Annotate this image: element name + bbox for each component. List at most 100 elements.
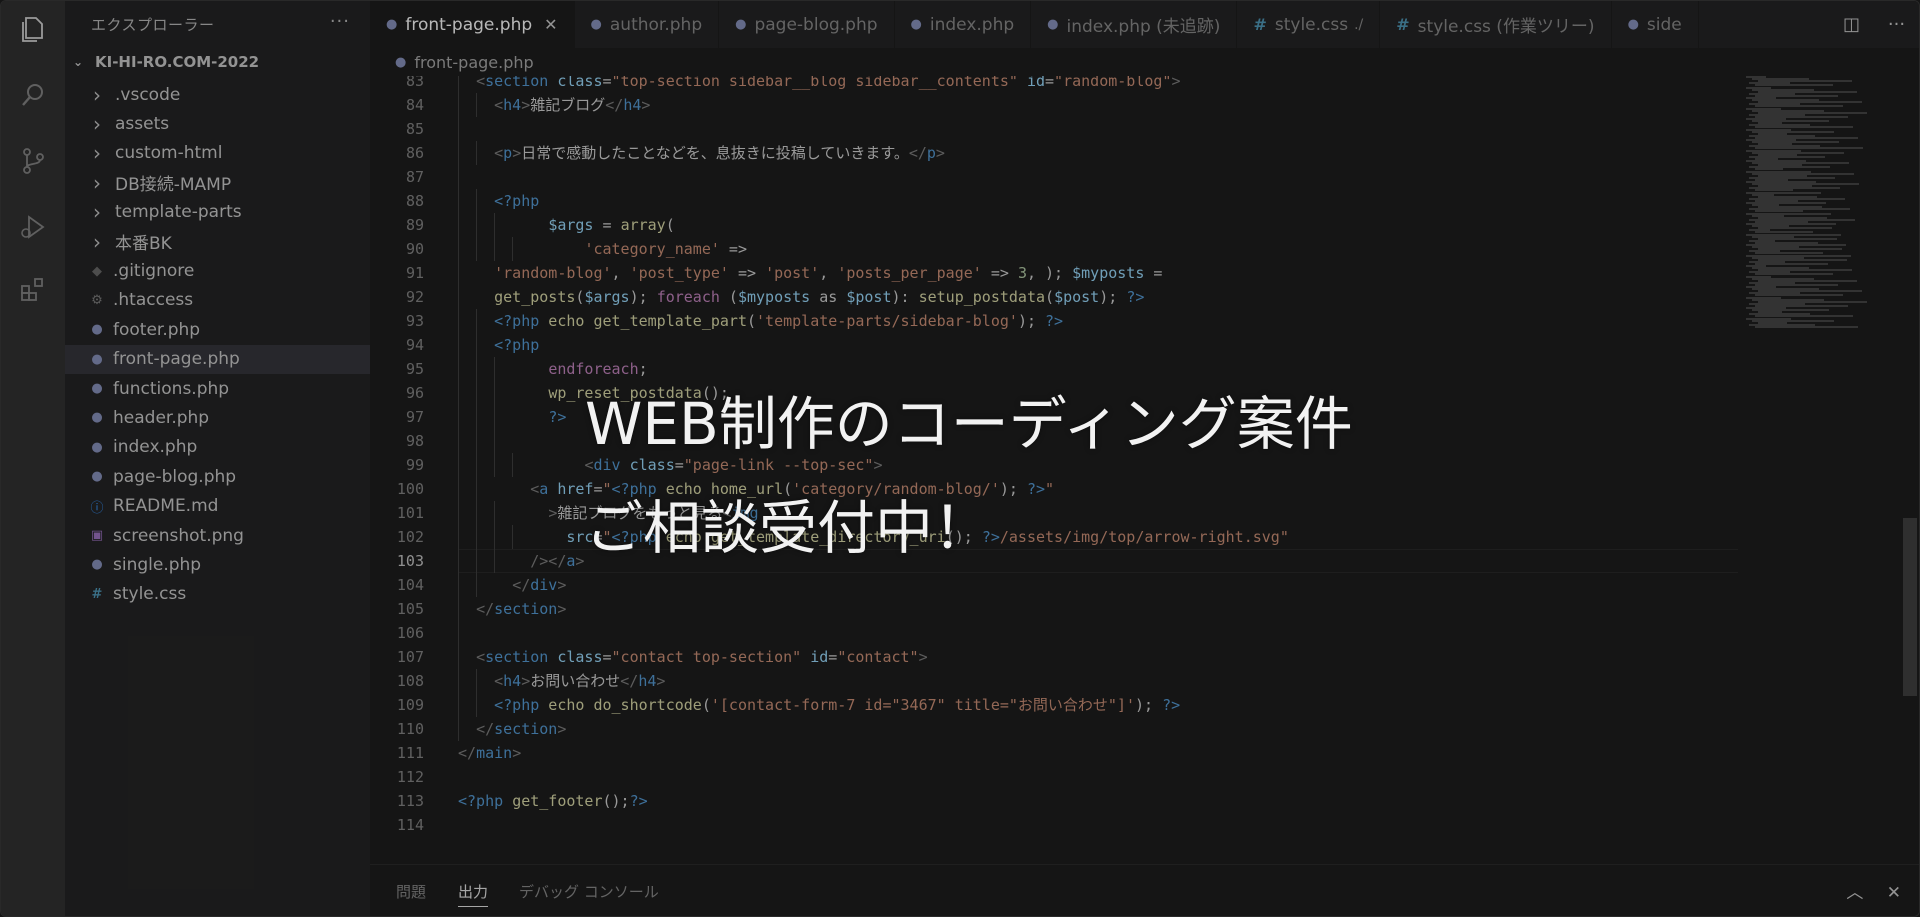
close-panel-icon[interactable]: ✕ (1887, 883, 1901, 903)
code-line[interactable]: 90 'category_name' => (370, 237, 1750, 261)
editor-tab[interactable]: ● author.php (575, 1, 720, 48)
tree-file[interactable]: ● header.php (65, 403, 370, 432)
code-token: < (494, 96, 504, 114)
maximize-panel-icon[interactable]: ︿ (1846, 883, 1863, 903)
code-line[interactable]: 111 </main> (370, 741, 1750, 765)
panel-tab-debug-console[interactable]: デバッグ コンソール (519, 881, 659, 902)
code-line[interactable]: 96 wp_reset_postdata(); (370, 381, 1750, 405)
code-token: 'random-blog' (494, 264, 612, 282)
code-line[interactable]: 85 (370, 117, 1750, 141)
code-line[interactable]: 84 <h4>雑記ブログ</h4> (370, 93, 1750, 117)
tree-file[interactable]: ● functions.php (65, 374, 370, 403)
php-file-icon: ● (91, 469, 103, 485)
code-editor[interactable]: 83 <section class="top-section sidebar__… (370, 76, 1750, 864)
code-line[interactable]: 94 <?php (370, 333, 1750, 357)
tree-folder[interactable]: › template-parts (65, 198, 370, 227)
tree-file[interactable]: ● front-page.php (65, 344, 370, 374)
tree-file[interactable]: ⚙ .htaccess (65, 286, 370, 315)
tree-item-label: style.css (113, 584, 187, 605)
code-line[interactable]: 108 <h4>お問い合わせ</h4> (370, 669, 1750, 693)
code-line[interactable]: 103 /></a> (370, 549, 1750, 573)
tree-folder[interactable]: › 本番BK (65, 227, 370, 256)
code-line[interactable]: 99 <div class="page-link --top-sec"> (370, 453, 1750, 477)
code-line[interactable]: 98 (370, 429, 1750, 453)
code-line[interactable]: 87 (370, 165, 1750, 189)
code-line[interactable]: 112 (370, 765, 1750, 789)
line-number: 108 (396, 672, 424, 690)
code-line[interactable]: 110 </section> (370, 717, 1750, 741)
code-token: get_template_part (593, 312, 747, 330)
breadcrumb-file[interactable]: front-page.php (414, 53, 533, 72)
tree-folder[interactable]: › DB接続-MAMP (65, 168, 370, 197)
close-tab-icon[interactable]: ✕ (544, 15, 557, 34)
more-actions-icon[interactable]: ··· (330, 11, 350, 32)
tree-folder[interactable]: › custom-html (65, 139, 370, 168)
tab-description: ./ (1354, 16, 1364, 33)
search-icon[interactable] (17, 79, 49, 111)
tree-folder[interactable]: › .vscode (65, 80, 370, 109)
tab-actions: ◫ ··· (1829, 1, 1919, 48)
tree-file[interactable]: ● footer.php (65, 315, 370, 344)
breadcrumb[interactable]: ● front-page.php (370, 48, 1919, 76)
editor-tab[interactable]: ● index.php (895, 1, 1032, 48)
line-number: 111 (396, 744, 424, 762)
extensions-icon[interactable] (17, 273, 49, 305)
code-token: </ (458, 744, 477, 762)
run-debug-icon[interactable] (17, 211, 49, 243)
editor-scrollbar[interactable] (1903, 518, 1917, 696)
code-line[interactable]: 86 <p>日常で感動したことなどを、息抜きに投稿していきます。</p> (370, 141, 1750, 165)
php-file-icon: ● (91, 557, 103, 573)
editor-tab[interactable]: ● side (1612, 1, 1699, 48)
code-token: ( (783, 480, 793, 498)
panel-actions: ︿ ✕ (1828, 878, 1901, 903)
code-line[interactable]: 97 ?> (370, 405, 1750, 429)
code-line[interactable]: 92 get_posts($args); foreach ($myposts a… (370, 285, 1750, 309)
code-line[interactable]: 93 <?php echo get_template_part('templat… (370, 309, 1750, 333)
tree-file[interactable]: ◆ .gitignore (65, 256, 370, 285)
tree-file[interactable]: ● single.php (65, 550, 370, 579)
code-token: section (485, 76, 549, 90)
code-token: h4 (623, 96, 642, 114)
code-line[interactable]: 91 'random-blog', 'post_type' => 'post',… (370, 261, 1750, 285)
code-line[interactable]: 113 <?php get_footer();?> (370, 789, 1750, 813)
code-token: $args (548, 216, 594, 234)
code-line[interactable]: 107 <section class="contact top-section"… (370, 645, 1750, 669)
panel-tab-output[interactable]: 出力 (458, 881, 489, 907)
more-actions-icon[interactable]: ··· (1888, 14, 1905, 35)
code-line[interactable]: 89 $args = array( (370, 213, 1750, 237)
tree-file[interactable]: ● page-blog.php (65, 462, 370, 491)
code-line[interactable]: 105 </section> (370, 597, 1750, 621)
tree-file[interactable]: ▣ screenshot.png (65, 521, 370, 550)
code-line[interactable]: 104 </div> (370, 573, 1750, 597)
code-line[interactable]: 109 <?php echo do_shortcode('[contact-fo… (370, 693, 1750, 717)
editor-tab[interactable]: # style.css (作業ツリー) (1380, 1, 1612, 48)
code-line[interactable]: 88 <?php (370, 189, 1750, 213)
tree-folder[interactable]: › assets (65, 109, 370, 138)
code-line[interactable]: 114 (370, 813, 1750, 837)
explorer-icon[interactable] (17, 13, 49, 45)
editor-tab[interactable]: ● page-blog.php (719, 1, 895, 48)
code-line[interactable]: 100 <a href="<?php echo home_url('catego… (370, 477, 1750, 501)
code-line[interactable]: 101 >雑記ブログをもっと見る<img (370, 501, 1750, 525)
panel-tab-problems[interactable]: 問題 (396, 881, 426, 902)
editor-tab[interactable]: ● front-page.php ✕ (370, 1, 575, 48)
code-line[interactable]: 95 endforeach; (370, 357, 1750, 381)
split-editor-icon[interactable]: ◫ (1843, 14, 1860, 35)
source-control-icon[interactable] (17, 145, 49, 177)
tab-label: index.php (未追跡) (1066, 17, 1221, 37)
line-number: 86 (405, 144, 424, 162)
project-folder[interactable]: ⌄ KI-HI-RO.COM-2022 (73, 51, 259, 73)
code-line[interactable]: 106 (370, 621, 1750, 645)
minimap[interactable] (1746, 76, 1896, 376)
code-text: ?> (458, 405, 566, 429)
tree-file[interactable]: ⓘ README.md (65, 491, 370, 520)
editor-tab[interactable]: # style.css ./ (1237, 1, 1381, 48)
tree-file[interactable]: # style.css (65, 580, 370, 609)
code-token: (); (602, 792, 630, 810)
tree-file[interactable]: ● index.php (65, 433, 370, 462)
code-line[interactable]: 83 <section class="top-section sidebar__… (370, 76, 1750, 93)
code-line[interactable]: 102 src="<?php echo get_template_directo… (370, 525, 1750, 549)
editor-tab[interactable]: ● index.php (未追跡) (1031, 1, 1238, 48)
